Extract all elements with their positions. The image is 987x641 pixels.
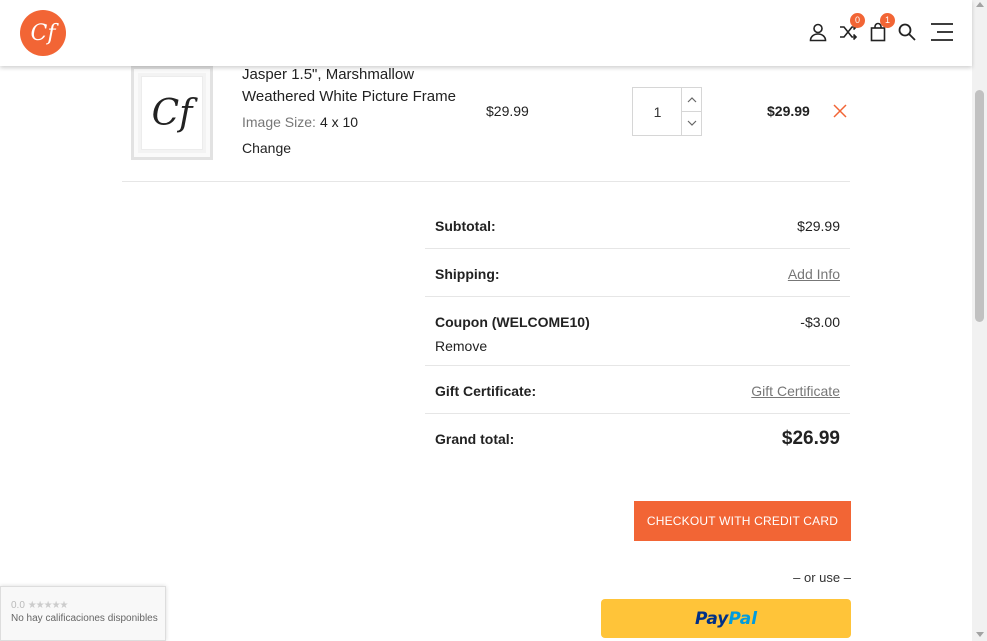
menu-icon[interactable] — [930, 22, 954, 42]
scroll-thumb[interactable] — [975, 90, 984, 322]
change-option-link[interactable]: Change — [242, 140, 291, 156]
line-total: $29.99 — [767, 103, 810, 119]
compare-count-badge: 0 — [850, 13, 865, 28]
image-size: Image Size: 4 x 10 — [242, 114, 358, 130]
paypal-logo-pay: Pay — [694, 608, 729, 629]
site-logo[interactable]: Cf — [20, 10, 66, 56]
account-icon[interactable] — [808, 22, 828, 42]
quantity-increase-button[interactable] — [681, 88, 701, 112]
quantity-stepper — [632, 87, 702, 136]
search-icon[interactable] — [897, 22, 917, 42]
grand-total-label: Grand total: — [435, 431, 515, 447]
coupon-label: Coupon (WELCOME10) — [435, 314, 590, 330]
scroll-down-arrow-icon[interactable] — [976, 632, 984, 637]
site-header: Cf 0 1 — [0, 0, 972, 66]
coupon-row: Coupon (WELCOME10) Remove -$3.00 — [425, 297, 850, 366]
paypal-logo-pal: Pal — [728, 608, 758, 629]
frame-mat: Cf — [141, 76, 203, 150]
page-scrollbar[interactable] — [972, 0, 987, 641]
grand-total-row: Grand total: $26.99 — [425, 414, 850, 462]
chevron-up-icon — [687, 96, 696, 102]
rating-score-line: 0.0 ★★★★★ — [11, 600, 69, 611]
coupon-remove-link[interactable]: Remove — [435, 338, 487, 354]
shipping-row: Shipping: Add Info — [425, 249, 850, 297]
gift-certificate-label: Gift Certificate: — [435, 383, 537, 399]
gift-certificate-link[interactable]: Gift Certificate — [751, 383, 840, 399]
subtotal-label: Subtotal: — [435, 218, 496, 234]
close-icon — [833, 104, 847, 118]
coupon-value: -$3.00 — [800, 314, 840, 330]
thumbnail-logo-text: Cf — [151, 92, 193, 134]
shipping-label: Shipping: — [435, 266, 500, 282]
unit-price: $29.99 — [486, 103, 529, 119]
product-name[interactable]: Jasper 1.5", Marshmallow Weathered White… — [242, 64, 472, 108]
cart-count-badge: 1 — [880, 13, 895, 28]
order-totals: Subtotal: $29.99 Shipping: Add Info Coup… — [425, 201, 850, 462]
cart-item-row: Cf Jasper 1.5", Marshmallow Weathered Wh… — [122, 60, 850, 182]
rating-widget[interactable]: 0.0 ★★★★★ No hay calificaciones disponib… — [0, 586, 166, 641]
scroll-up-arrow-icon[interactable] — [976, 2, 984, 7]
rating-text: No hay calificaciones disponibles — [11, 613, 158, 624]
chevron-down-icon — [687, 120, 696, 126]
cart-icon[interactable]: 1 — [868, 13, 895, 42]
subtotal-value: $29.99 — [797, 218, 840, 234]
image-size-value: 4 x 10 — [319, 114, 359, 130]
rating-score: 0.0 — [11, 600, 25, 611]
quantity-decrease-button[interactable] — [681, 111, 701, 135]
quantity-input[interactable] — [633, 88, 682, 135]
logo-text: Cf — [30, 20, 56, 46]
product-thumbnail[interactable]: Cf — [131, 66, 213, 160]
rating-stars-icon: ★★★★★ — [27, 600, 69, 611]
paypal-button[interactable]: Pay Pal — [601, 599, 851, 638]
image-size-label: Image Size: — [242, 114, 316, 130]
or-use-text: – or use – — [793, 570, 851, 585]
checkout-credit-card-button[interactable]: CHECKOUT WITH CREDIT CARD — [634, 501, 851, 541]
grand-total-value: $26.99 — [781, 428, 840, 449]
subtotal-row: Subtotal: $29.99 — [425, 201, 850, 249]
gift-certificate-row: Gift Certificate: Gift Certificate — [425, 366, 850, 414]
compare-icon[interactable]: 0 — [838, 13, 865, 42]
remove-item-button[interactable] — [832, 103, 848, 119]
shipping-add-info-link[interactable]: Add Info — [788, 266, 840, 282]
